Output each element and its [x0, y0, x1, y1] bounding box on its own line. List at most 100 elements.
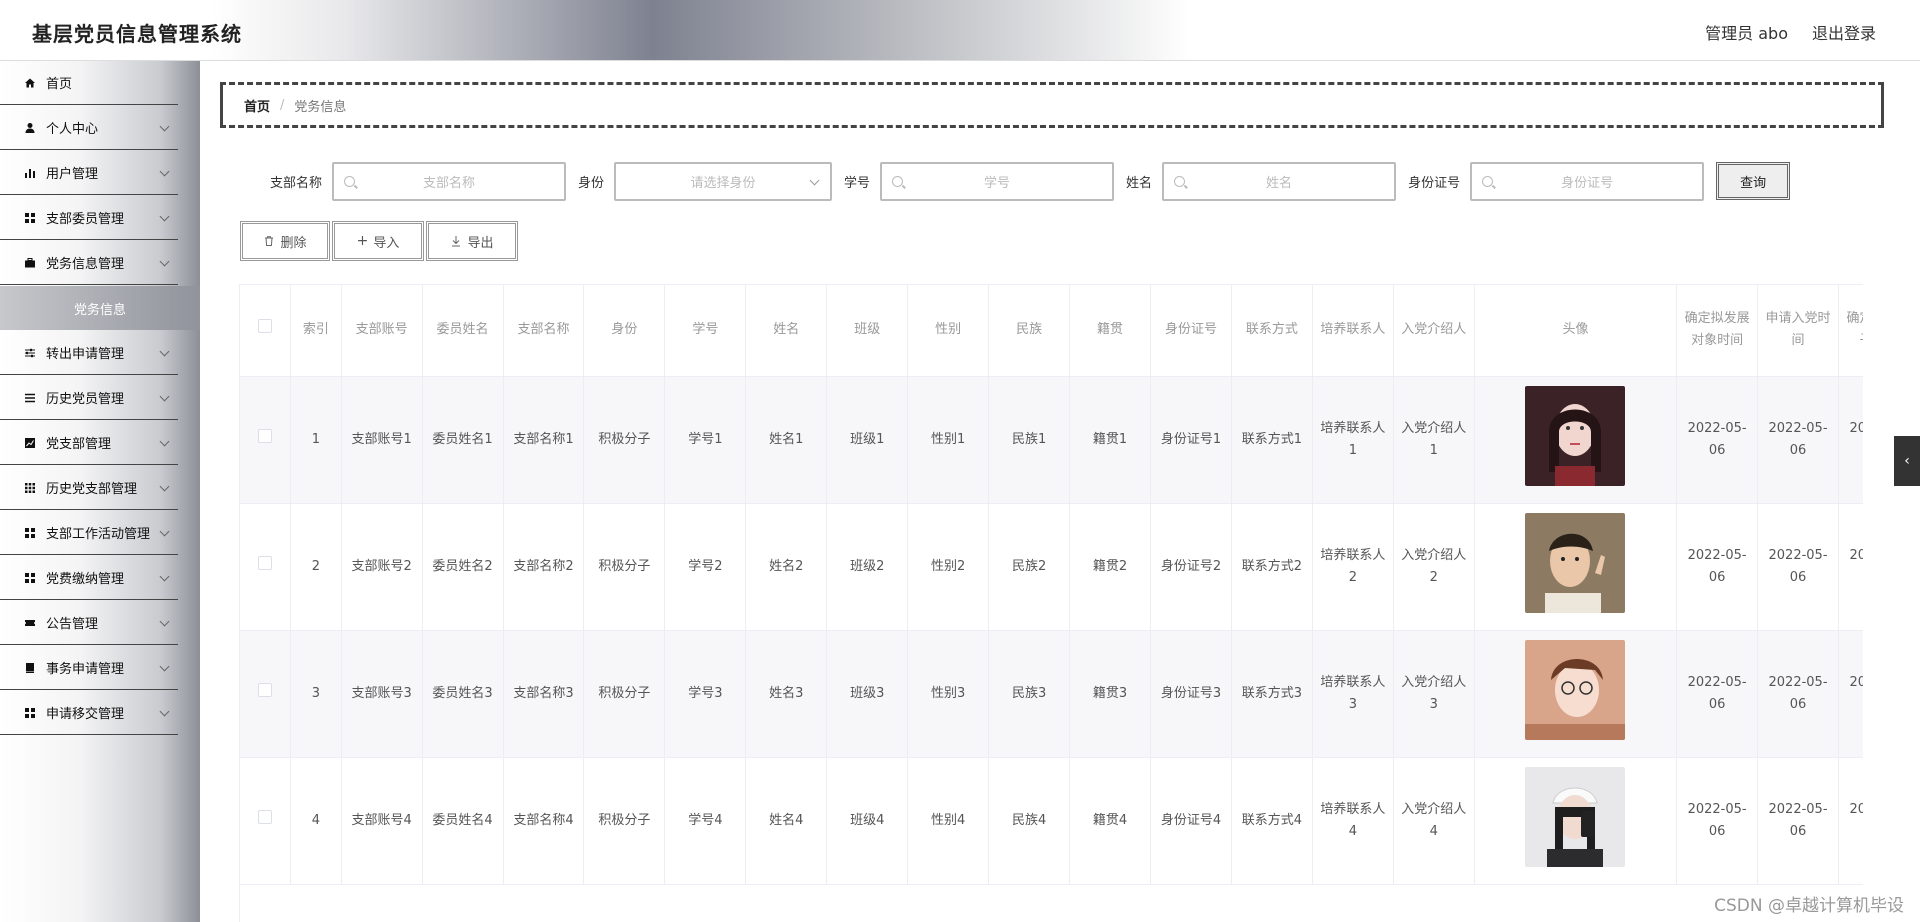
column-header: 委员姓名	[422, 285, 504, 377]
delete-button[interactable]: 删除	[240, 221, 330, 261]
table-cell-name: 姓名1	[745, 376, 828, 504]
row-checkbox[interactable]	[258, 809, 273, 824]
trash-icon	[265, 236, 274, 246]
sidebar-item-4[interactable]: 党务信息管理	[0, 241, 178, 285]
student-number-input[interactable]: 学号	[880, 161, 1115, 201]
import-button[interactable]: + 导入	[332, 221, 424, 261]
sidebar-item-3[interactable]: 支部委员管理	[0, 196, 178, 240]
top-header: 基层党员信息管理系统 管理员 abo 退出登录	[0, 0, 1920, 61]
table-cell-klass: 班级3	[826, 630, 909, 758]
sliders-icon	[24, 347, 36, 359]
table-cell-avatar	[1474, 630, 1678, 758]
table-row[interactable]: 3 支部账号3 委员姓名3 支部名称3 积极分子 学号3 姓名3 班级3 性别3 民族3 籍贯3 身份…	[240, 630, 1863, 758]
sidebar-item-6[interactable]: 历史党员管理	[0, 376, 178, 420]
sidebar-item-2[interactable]: 用户管理	[0, 151, 178, 195]
table-row[interactable]: 1 支部账号1 委员姓名1 支部名称1 积极分子 学号1 姓名1 班级1 性别1 民族1 籍贯1 身份…	[240, 376, 1863, 504]
sidebar-item-label: 公告管理	[46, 617, 99, 632]
table-cell-idcard: 身份证号1	[1150, 376, 1232, 504]
table-cell-account: 支部账号3	[341, 630, 423, 758]
column-header: 学号	[664, 285, 747, 377]
table-cell-idx: 2	[290, 503, 342, 631]
sidebar-item-0[interactable]: 首页	[0, 61, 178, 105]
table-cell-contact: 联系方式3	[1231, 630, 1313, 758]
breadcrumb-home[interactable]: 首页	[244, 96, 270, 115]
sidebar-item-label: 首页	[46, 77, 73, 92]
identity-select[interactable]: 请选择身份	[614, 161, 833, 201]
column-header: 索引	[290, 285, 342, 377]
table-cell-gender: 性别1	[907, 376, 990, 504]
table-cell-identity: 积极分子	[583, 503, 666, 631]
table-cell-trainer: 培养联系人3	[1312, 630, 1394, 758]
chevron-down-icon	[159, 166, 170, 177]
export-button[interactable]: 导出	[426, 221, 518, 261]
column-header: 班级	[826, 285, 909, 377]
table-cell-member: 委员姓名3	[422, 630, 504, 758]
collapse-panel-tab[interactable]: ‹	[1894, 436, 1920, 486]
search-icon	[1174, 175, 1186, 187]
table-row[interactable]: 4 支部账号4 委员姓名4 支部名称4 积极分子 学号4 姓名4 班级4 性别4 民族4 籍贯4 身份…	[240, 757, 1863, 885]
sidebar-item-9[interactable]: 支部工作活动管理	[0, 511, 178, 555]
delete-button-label: 删除	[280, 235, 307, 251]
chevron-down-icon	[159, 256, 170, 267]
sidebar-item-12[interactable]: 事务申请管理	[0, 646, 178, 690]
app-root: 基层党员信息管理系统 管理员 abo 退出登录 首页个人中心用户管理支部委员管理…	[0, 0, 1920, 922]
table-cell-t2: 2022-05-06	[1757, 757, 1839, 885]
row-select-cell	[240, 757, 292, 885]
branch-name-input[interactable]: 支部名称	[332, 161, 567, 201]
table-cell-identity: 积极分子	[583, 757, 666, 885]
chevron-down-icon	[159, 706, 170, 717]
main-content: 首页 / 党务信息 支部名称 支部名称 身份 请选择身份 学号 学号 姓名 姓名…	[200, 61, 1920, 922]
table-cell-introducer: 入党介绍人3	[1393, 630, 1475, 758]
sidebar-item-label: 转出申请管理	[46, 347, 125, 362]
watermark: CSDN @卓越计算机毕设	[1714, 896, 1904, 916]
table-row[interactable]: 2 支部账号2 委员姓名2 支部名称2 积极分子 学号2 姓名2 班级2 性别2 民族2 籍贯2 身份…	[240, 503, 1863, 631]
row-checkbox[interactable]	[258, 682, 273, 697]
name-input[interactable]: 姓名	[1162, 161, 1397, 201]
sidebar-item-1[interactable]: 个人中心	[0, 106, 178, 150]
sidebar-item-label: 用户管理	[46, 167, 99, 182]
table-cell-klass: 班级4	[826, 757, 909, 885]
chevron-down-icon	[159, 391, 170, 402]
table-cell-origin: 籍贯4	[1069, 757, 1152, 885]
sidebar-item-label: 党务信息管理	[46, 257, 125, 272]
id-card-input[interactable]: 身份证号	[1470, 161, 1705, 201]
avatar	[1525, 385, 1626, 486]
table-cell-t2: 2022-05-06	[1757, 630, 1839, 758]
table-cell-identity: 积极分子	[583, 376, 666, 504]
table-cell-branch: 支部名称2	[503, 503, 585, 631]
column-header: 身份	[583, 285, 666, 377]
column-header: 身份证号	[1150, 285, 1232, 377]
sidebar-item-13[interactable]: 申请移交管理	[0, 691, 178, 735]
sidebar-item-5[interactable]: 转出申请管理	[0, 331, 178, 375]
sidebar-item-10[interactable]: 党费缴纳管理	[0, 556, 178, 600]
column-header: 培养联系人	[1312, 285, 1394, 377]
identity-placeholder: 请选择身份	[690, 175, 756, 191]
row-checkbox[interactable]	[258, 555, 273, 570]
table-cell-contact: 联系方式1	[1231, 376, 1313, 504]
download-icon	[452, 236, 461, 247]
table-cell-klass: 班级1	[826, 376, 909, 504]
table-header-row: 索引 支部账号 委员姓名 支部名称 身份 学号 姓名 班级 性别 民族 籍贯 身份证号 联系方式 培养联系…	[240, 285, 1863, 377]
sidebar-item-7[interactable]: 党支部管理	[0, 421, 178, 465]
bar-chart-icon	[24, 167, 36, 179]
sidebar-item-label: 历史党员管理	[46, 392, 125, 407]
logout-link[interactable]: 退出登录	[1812, 20, 1876, 44]
apps-icon	[24, 482, 36, 494]
grid-icon	[24, 527, 36, 539]
table-cell-origin: 籍贯1	[1069, 376, 1152, 504]
row-checkbox[interactable]	[258, 428, 273, 443]
table-cell-gender: 性别4	[907, 757, 990, 885]
chevron-down-icon	[159, 211, 170, 222]
sidebar-item-11[interactable]: 公告管理	[0, 601, 178, 645]
search-icon	[344, 175, 356, 187]
table-cell-stuno: 学号1	[664, 376, 747, 504]
name-label: 姓名	[1126, 175, 1153, 191]
sidebar-item-8[interactable]: 历史党支部管理	[0, 466, 178, 510]
table-cell-nation: 民族2	[988, 503, 1071, 631]
table-cell-nation: 民族1	[988, 376, 1071, 504]
select-all-checkbox[interactable]	[258, 319, 273, 334]
data-table-container: 索引 支部账号 委员姓名 支部名称 身份 学号 姓名 班级 性别 民族 籍贯 身份证号 联系方式 培养联系…	[239, 284, 1863, 922]
search-icon	[892, 175, 904, 187]
query-button[interactable]: 查询	[1716, 162, 1791, 200]
sidebar-subitem-party-affairs-info[interactable]: 党务信息	[0, 286, 200, 330]
